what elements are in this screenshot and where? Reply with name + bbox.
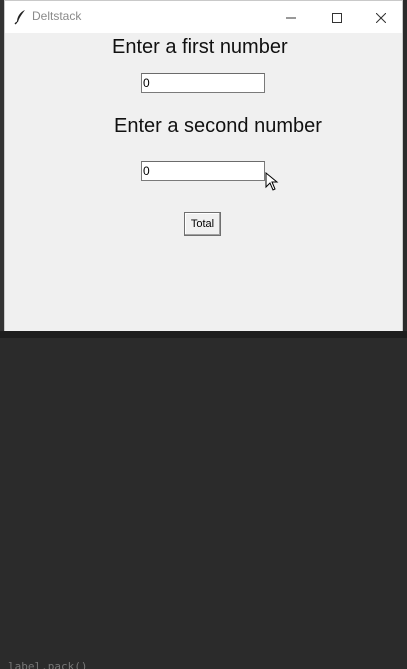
close-button[interactable] — [358, 1, 404, 33]
maximize-button[interactable] — [314, 1, 360, 33]
feather-icon — [14, 9, 28, 25]
second-number-input[interactable] — [141, 161, 265, 181]
minimize-button[interactable] — [268, 1, 314, 33]
window-client-area: Enter a first number Enter a second numb… — [5, 33, 402, 331]
second-number-label: Enter a second number — [114, 115, 322, 137]
background-editor-strip: label.pack() — [0, 331, 407, 669]
maximize-icon — [332, 8, 342, 27]
window-title: Deltstack — [32, 9, 82, 23]
close-icon — [375, 8, 387, 27]
first-number-input[interactable] — [141, 73, 265, 93]
first-number-label: Enter a first number — [112, 36, 288, 58]
minimize-icon — [286, 8, 296, 27]
title-bar[interactable]: Deltstack — [5, 1, 402, 33]
total-button[interactable]: Total — [184, 212, 221, 236]
background-code-text: label.pack() — [8, 661, 88, 669]
mouse-cursor-icon — [265, 171, 281, 194]
app-window: Deltstack Enter a first number Enter a s… — [4, 0, 403, 331]
